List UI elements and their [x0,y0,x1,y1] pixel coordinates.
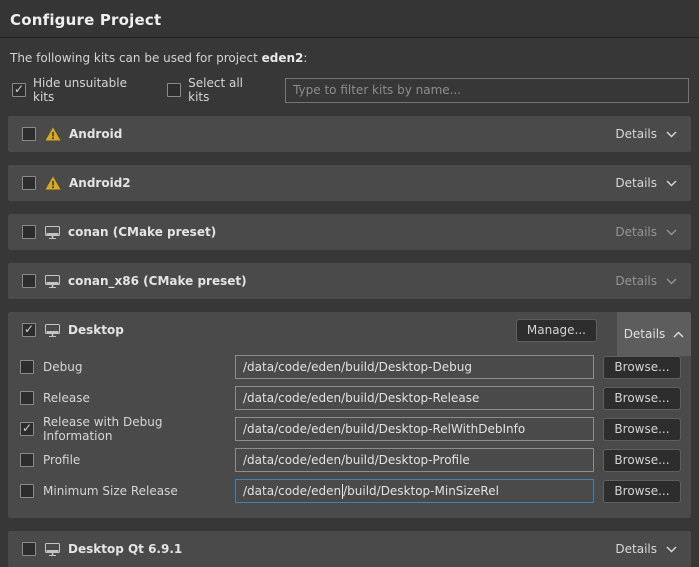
desktop-monitor-icon [45,226,60,239]
kit-checkbox[interactable] [22,542,36,556]
browse-button[interactable]: Browse... [603,449,681,472]
config-label: Debug [43,360,235,374]
browse-button[interactable]: Browse... [603,418,681,441]
chevron-down-icon [666,131,677,138]
kit-row-conan[interactable]: conan (CMake preset) Details [8,214,691,250]
build-dir-input[interactable] [235,355,594,379]
kit-filter-input[interactable] [285,78,689,103]
desktop-monitor-icon [45,275,60,288]
build-config-row-profile: Profile Browse... [20,448,681,472]
chevron-down-icon [666,278,677,285]
checkbox-icon[interactable] [12,83,26,97]
config-label: Release [43,391,235,405]
kit-filter-bar: Hide unsuitable kits Select all kits [12,76,689,104]
kit-name: Desktop [68,323,124,337]
select-all-kits-checkbox[interactable]: Select all kits [167,76,263,104]
details-button[interactable]: Details [615,542,677,556]
kit-row-desktop[interactable]: Desktop Manage... [8,312,691,348]
kit-name: conan_x86 (CMake preset) [68,274,247,288]
build-config-row-debug: Debug Browse... [20,355,681,379]
kit-row-android2[interactable]: Android2 Details [8,165,691,201]
kit-checkbox[interactable] [22,323,36,337]
hide-unsuitable-kits-checkbox[interactable]: Hide unsuitable kits [12,76,145,104]
build-dir-input[interactable] [235,386,594,410]
build-dir-input[interactable] [235,417,594,441]
details-button[interactable]: Details [615,225,677,239]
build-config-row-release: Release Browse... [20,386,681,410]
config-checkbox[interactable] [20,453,34,467]
page-title: Configure Project [10,11,689,29]
config-checkbox[interactable] [20,484,34,498]
details-button[interactable]: Details [615,176,677,190]
kit-checkbox[interactable] [22,127,36,141]
config-checkbox[interactable] [20,391,34,405]
browse-button[interactable]: Browse... [603,387,681,410]
chevron-down-icon [666,546,677,553]
checkbox-icon[interactable] [167,83,181,97]
build-config-row-relwithdebinfo: Release with Debug Information Browse... [20,417,681,441]
kit-name: conan (CMake preset) [68,225,216,239]
kit-checkbox[interactable] [22,274,36,288]
project-name: eden2 [262,51,304,65]
config-label: Profile [43,453,235,467]
config-checkbox[interactable] [20,422,34,436]
kit-name: Desktop Qt 6.9.1 [68,542,182,556]
kit-row-android[interactable]: Android Details [8,116,691,152]
chevron-down-icon [666,229,677,236]
kit-list: Android Details Android2 Details conan (… [8,116,691,567]
browse-button[interactable]: Browse... [603,356,681,379]
dialog-header: Configure Project [0,0,699,38]
browse-button[interactable]: Browse... [603,480,681,503]
config-checkbox[interactable] [20,360,34,374]
kit-name: Android [69,127,122,141]
warning-icon [45,127,61,141]
select-all-kits-label: Select all kits [188,76,263,104]
hide-unsuitable-kits-label: Hide unsuitable kits [33,76,145,104]
warning-icon [45,176,61,190]
desktop-monitor-icon [45,543,60,556]
kit-checkbox[interactable] [22,176,36,190]
chevron-down-icon [666,180,677,187]
config-label: Minimum Size Release [43,484,235,498]
build-config-row-minsizerel: Minimum Size Release /data/code/eden/bui… [20,479,681,503]
kit-row-conan-x86[interactable]: conan_x86 (CMake preset) Details [8,263,691,299]
desktop-monitor-icon [45,324,60,337]
kit-section-desktop: Details Desktop Manage... Debug Browse..… [8,312,691,518]
manage-kits-button[interactable]: Manage... [516,319,597,342]
build-dir-input-focused[interactable]: /data/code/eden/build/Desktop-MinSizeRel [235,479,594,503]
build-dir-input[interactable] [235,448,594,472]
details-button[interactable]: Details [615,274,677,288]
kit-name: Android2 [69,176,131,190]
intro-text: The following kits can be used for proje… [10,51,689,65]
kit-checkbox[interactable] [22,225,36,239]
details-button[interactable]: Details [615,127,677,141]
config-label: Release with Debug Information [43,415,235,443]
